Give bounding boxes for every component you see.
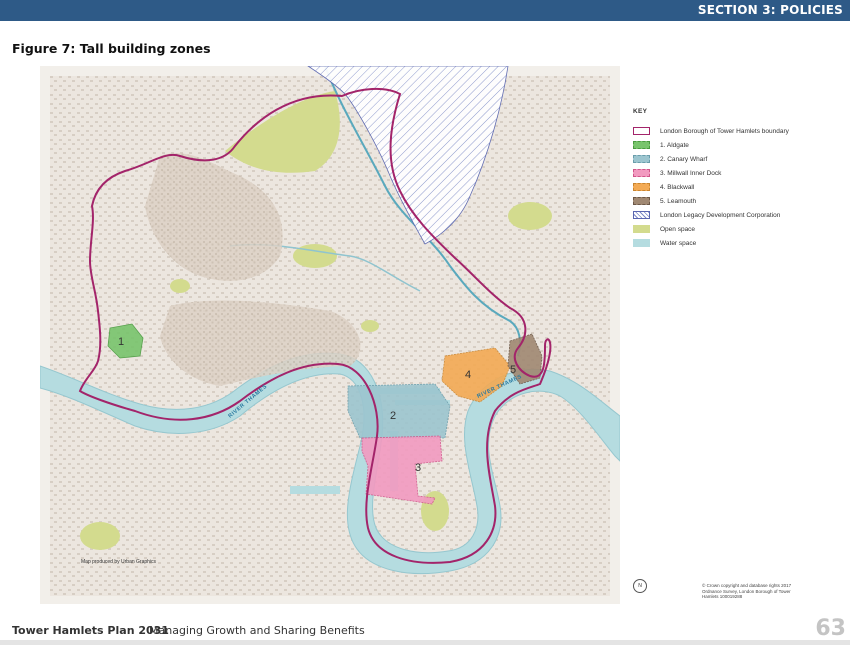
key-item-water-space: Water space (633, 236, 843, 250)
lldc-swatch (633, 211, 650, 219)
key-label: 2. Canary Wharf (660, 155, 708, 163)
key-heading: KEY (633, 108, 648, 115)
open-space-east (508, 202, 552, 230)
map-credit: Map produced by Urban Graphics (81, 559, 157, 565)
north-arrow-icon: N (633, 579, 647, 593)
zone-canary-wharf (347, 383, 451, 439)
key-item-lldc: London Legacy Development Corporation (633, 208, 843, 222)
aldgate-swatch (633, 141, 650, 149)
map-key: KEY London Borough of Tower Hamlets boun… (633, 108, 843, 250)
open-space-mile-end (293, 244, 337, 268)
key-label: Water space (660, 239, 697, 247)
open-space-small-2 (361, 320, 379, 332)
key-label: London Borough of Tower Hamlets boundary (660, 127, 789, 135)
footer-divider (0, 640, 850, 645)
section-title: SECTION 3: POLICIES (697, 3, 843, 17)
zone-label-1: 1 (118, 336, 124, 348)
key-label: 1. Aldgate (660, 141, 689, 149)
open-space-swatch (633, 225, 650, 233)
canary-wharf-swatch (633, 155, 650, 163)
water-space-swatch (633, 239, 650, 247)
zone-label-3: 3 (415, 462, 421, 474)
document-subtitle: Managing Growth and Sharing Benefits (149, 624, 365, 637)
figure-title: Figure 7: Tall building zones (12, 41, 211, 56)
zone-label-5: 5 (510, 364, 516, 376)
leamouth-swatch (633, 197, 650, 205)
open-space-south-west (80, 522, 120, 550)
map-canvas: 1 2 3 4 5 RIVER THAMES RIVER THAMES (40, 66, 620, 604)
key-label: 5. Leamouth (660, 197, 697, 205)
copyright-notice: © Crown copyright and database rights 20… (702, 583, 792, 599)
map[interactable]: 1 2 3 4 5 RIVER THAMES RIVER THAMES (40, 66, 620, 604)
key-label: London Legacy Development Corporation (660, 211, 781, 219)
key-label: Open space (660, 225, 696, 233)
header-bar: SECTION 3: POLICIES (0, 0, 850, 21)
zone-label-2: 2 (390, 410, 396, 422)
blackwall-swatch (633, 183, 650, 191)
page-number: 63 (815, 616, 846, 641)
key-item-millwall: 3. Millwall Inner Dock (633, 166, 843, 180)
key-item-boundary: London Borough of Tower Hamlets boundary (633, 124, 843, 138)
key-item-aldgate: 1. Aldgate (633, 138, 843, 152)
open-space-small-1 (170, 279, 190, 293)
key-label: 3. Millwall Inner Dock (660, 169, 722, 177)
key-item-canary-wharf: 2. Canary Wharf (633, 152, 843, 166)
zone-label-4: 4 (465, 369, 471, 381)
dock-south (290, 486, 340, 494)
boundary-swatch (633, 127, 650, 135)
key-item-open-space: Open space (633, 222, 843, 236)
document-title: Tower Hamlets Plan 2031 (12, 624, 169, 637)
key-item-blackwall: 4. Blackwall (633, 180, 843, 194)
key-item-leamouth: 5. Leamouth (633, 194, 843, 208)
millwall-swatch (633, 169, 650, 177)
key-label: 4. Blackwall (660, 183, 695, 191)
